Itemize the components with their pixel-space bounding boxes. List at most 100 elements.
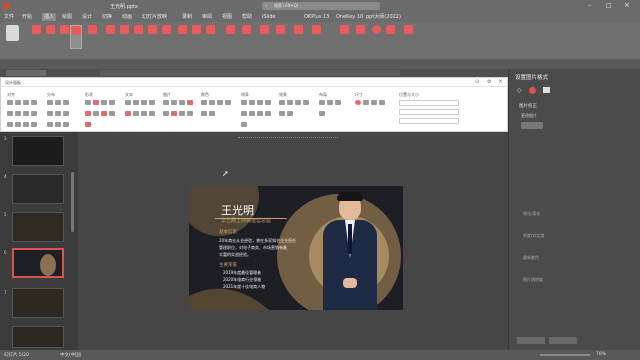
- ribbon: [0, 22, 640, 60]
- slide-number: 7: [4, 290, 7, 295]
- picture-icon[interactable]: [543, 87, 550, 93]
- tab-record[interactable]: 录制: [182, 13, 192, 21]
- group-label-color: 颜色: [201, 92, 209, 97]
- ribbon-button[interactable]: [204, 25, 216, 49]
- tab-help[interactable]: 帮助: [242, 13, 252, 21]
- slide-thumbnail-pane: 3 4 5 6 7: [0, 132, 78, 350]
- mouse-cursor-icon: ➚: [222, 169, 229, 178]
- section-item[interactable]: 锐化/柔化: [523, 211, 540, 217]
- section-item[interactable]: 图片透明度: [523, 277, 543, 283]
- layout-tools[interactable]: [319, 100, 349, 122]
- ribbon-button[interactable]: [384, 25, 396, 49]
- tab-design[interactable]: 设计: [82, 13, 92, 21]
- line-tools[interactable]: [241, 100, 275, 133]
- shape-tools[interactable]: [85, 100, 121, 133]
- size-tools[interactable]: [355, 100, 389, 111]
- tab-file[interactable]: 文件: [4, 13, 14, 21]
- slide-thumbnail[interactable]: [12, 326, 64, 348]
- slide-thumbnail[interactable]: [12, 212, 64, 242]
- ribbon-button[interactable]: [402, 25, 414, 49]
- ribbon-button[interactable]: [240, 25, 252, 49]
- tab-islide[interactable]: iSlide: [262, 13, 276, 21]
- ribbon-button[interactable]: [258, 25, 270, 49]
- tab-pptmaster[interactable]: ppt大师(2022): [366, 13, 401, 21]
- tab-review[interactable]: 审阅: [202, 13, 212, 21]
- ribbon-button[interactable]: [274, 25, 286, 49]
- ribbon-button-active[interactable]: [70, 25, 82, 49]
- ribbon-button[interactable]: [118, 25, 130, 49]
- tab-home[interactable]: 开始: [22, 13, 32, 21]
- search-input[interactable]: ⌕ 搜索 (Alt+Q): [262, 2, 380, 10]
- section-header[interactable]: 图片校正: [519, 103, 537, 109]
- maximize-icon[interactable]: □: [606, 2, 612, 9]
- ribbon-button[interactable]: [86, 25, 98, 49]
- slide-thumbnail[interactable]: [12, 288, 64, 318]
- slide-thumbnail-selected[interactable]: [12, 248, 64, 278]
- ribbon-button[interactable]: [104, 25, 116, 49]
- ribbon-button[interactable]: [58, 25, 70, 49]
- ribbon-button[interactable]: [306, 25, 326, 49]
- section-basic-info: 基本信息: [219, 230, 237, 235]
- ribbon-button[interactable]: [354, 25, 366, 49]
- ribbon-button[interactable]: [338, 25, 350, 49]
- quick-toolbar-strip: [6, 70, 46, 76]
- text-tools[interactable]: [125, 100, 157, 122]
- ribbon-button[interactable]: [30, 25, 42, 49]
- honor-item: 2021年度十佳电商人物: [223, 284, 266, 289]
- pin-icon[interactable]: ⊙: [475, 79, 479, 85]
- pane-button[interactable]: [517, 337, 545, 344]
- group-label-distribute: 分布: [47, 92, 55, 97]
- section-item[interactable]: 重新着色: [523, 255, 539, 261]
- position-size-fields[interactable]: [399, 100, 459, 126]
- tab-slideshow[interactable]: 幻灯片放映: [142, 13, 167, 21]
- field-label: 更改图片: [521, 113, 537, 118]
- ribbon-button[interactable]: [44, 25, 56, 49]
- ribbon-button[interactable]: [146, 25, 158, 49]
- tab-view[interactable]: 视图: [222, 13, 232, 21]
- zoom-slider[interactable]: [540, 354, 590, 356]
- effect-tools[interactable]: [279, 100, 313, 122]
- image-tools[interactable]: [163, 100, 197, 122]
- bio-line: 管理职位，对电子商务、市场营销有着: [219, 245, 287, 250]
- tab-onekey[interactable]: OneKey 10: [336, 13, 363, 21]
- ribbon-button[interactable]: [132, 25, 144, 49]
- distribute-tools[interactable]: [47, 100, 77, 133]
- tab-draw[interactable]: 绘图: [62, 13, 72, 21]
- close-icon[interactable]: ×: [624, 1, 630, 9]
- quick-toolbar-icons[interactable]: [100, 70, 400, 76]
- group-label-position: 位置与大小: [399, 92, 419, 97]
- ribbon-button[interactable]: [160, 25, 172, 49]
- color-tools[interactable]: [201, 100, 235, 122]
- thumbnail-scrollbar[interactable]: [71, 172, 74, 232]
- ribbon-button[interactable]: [4, 25, 20, 49]
- ribbon-tabs: 文件 开始 插入 绘图 设计 切换 动画 幻灯片放映 录制 审阅 视图 帮助 i…: [0, 12, 640, 22]
- ribbon-button[interactable]: [224, 25, 236, 49]
- ribbon-button[interactable]: [176, 25, 188, 49]
- ribbon-button[interactable]: [370, 25, 382, 49]
- tab-transitions[interactable]: 切换: [102, 13, 112, 21]
- zoom-level[interactable]: 70%: [596, 352, 606, 357]
- ribbon-button[interactable]: [292, 25, 304, 49]
- align-tools[interactable]: [7, 100, 43, 133]
- format-picture-pane: 设置图片格式 ◇ 图片校正 更改图片 锐化/柔化 亮度/对比度 重新着色 图片透…: [508, 69, 640, 350]
- tab-animations[interactable]: 动画: [122, 13, 132, 21]
- settings-icon[interactable]: ⚙: [487, 79, 491, 85]
- fill-icon[interactable]: ◇: [517, 87, 522, 94]
- tab-okplus[interactable]: OKPlus 13: [304, 13, 329, 21]
- minimize-icon[interactable]: –: [588, 2, 591, 9]
- slide-thumbnail[interactable]: [12, 136, 64, 166]
- change-picture-button[interactable]: [521, 122, 543, 129]
- slide-canvas[interactable]: 王光明 华艺网上商城运营总监 基本信息 20年商业从业经验，曾在多家知名企业担任…: [189, 186, 403, 310]
- pane-button[interactable]: [549, 337, 577, 344]
- effects-icon[interactable]: [529, 87, 536, 94]
- section-item[interactable]: 亮度/对比度: [523, 233, 544, 239]
- ribbon-button[interactable]: [190, 25, 202, 49]
- honor-item: 2020年电商行业领袖: [223, 277, 262, 282]
- group-label-effect: 效果: [279, 92, 287, 97]
- language-indicator: 中文(中国): [60, 353, 82, 358]
- slide-thumbnail[interactable]: [12, 174, 64, 204]
- tab-insert[interactable]: 插入: [42, 13, 57, 21]
- status-bar: 幻灯片 5/20 中文(中国) 70%: [0, 350, 640, 360]
- slide-name: 王光明: [221, 204, 254, 217]
- panel-close-icon[interactable]: ×: [498, 78, 503, 85]
